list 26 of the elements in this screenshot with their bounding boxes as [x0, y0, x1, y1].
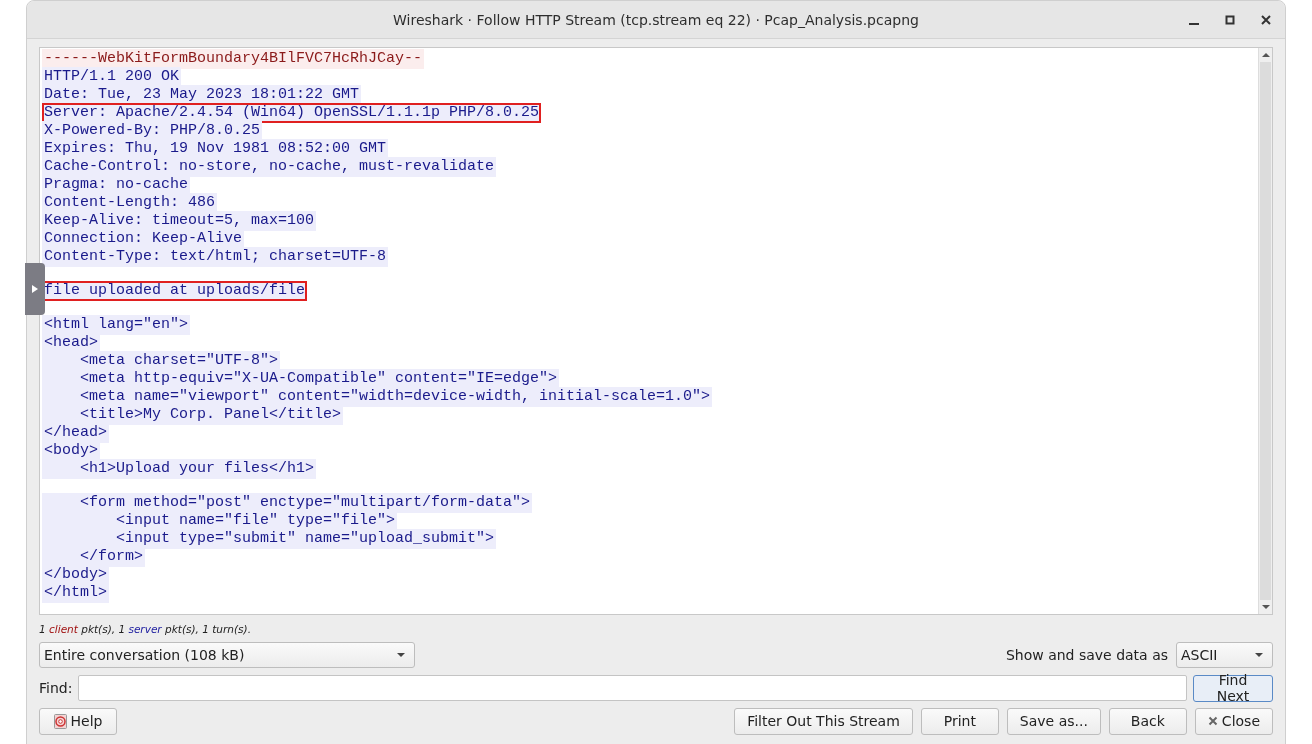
minimize-icon: [1189, 23, 1199, 25]
caret-icon: [1254, 652, 1264, 658]
scroll-down-icon[interactable]: [1260, 602, 1271, 612]
dialog-button[interactable]: Filter Out This Stream: [734, 707, 913, 735]
close-button[interactable]: Close: [1194, 707, 1273, 735]
find-label: Find:: [39, 680, 73, 696]
lifebuoy-icon: [53, 713, 67, 729]
help-button[interactable]: Help: [39, 707, 117, 735]
stream-text-area[interactable]: [39, 47, 1273, 615]
vertical-scrollbar[interactable]: [1258, 48, 1272, 614]
find-next-button[interactable]: Find Next: [1193, 674, 1273, 702]
close-icon: [1260, 14, 1272, 26]
scroll-up-icon[interactable]: [1260, 50, 1271, 60]
side-panel-handle[interactable]: [25, 263, 45, 315]
caret-icon: [396, 652, 406, 658]
close-icon: [1207, 716, 1218, 726]
format-label: Show and save data as: [1005, 647, 1168, 663]
packet-summary: 1 client pkt(s), 1 server pkt(s), 1 turn(s).: [39, 623, 252, 635]
dialog-button[interactable]: Save as...: [1006, 707, 1101, 735]
conversation-dropdown[interactable]: Entire conversation (108 kB): [39, 642, 415, 668]
window-title: Wireshark · Follow HTTP Stream (tcp.stream eq 22) · Pcap_Analysis.pcapng: [393, 11, 919, 28]
dialog-button[interactable]: Back: [1108, 707, 1187, 735]
maximize-icon: [1224, 14, 1236, 26]
dialog-button[interactable]: Print: [920, 707, 999, 735]
find-field[interactable]: [78, 675, 1187, 701]
format-dropdown[interactable]: ASCII: [1176, 642, 1273, 668]
